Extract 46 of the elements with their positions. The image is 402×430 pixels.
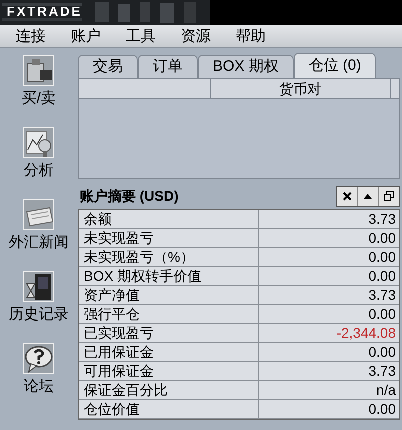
- chart-magnifier-icon[interactable]: [22, 126, 56, 160]
- row-value: 3.73: [368, 286, 397, 304]
- row-label: 保证金百分比: [79, 381, 259, 399]
- restore-icon: [384, 191, 394, 201]
- panel-title: 账户摘要 (USD): [79, 186, 179, 206]
- cash-register-icon[interactable]: [22, 54, 56, 88]
- sidebar-label[interactable]: 历史记录: [9, 306, 69, 325]
- row-value: 3.73: [368, 362, 397, 380]
- menu-item[interactable]: 帮助: [236, 28, 266, 44]
- row-value: 0.00: [368, 305, 397, 323]
- tab[interactable]: 交易: [78, 55, 138, 78]
- row-label: 余额: [79, 210, 259, 228]
- row-value: 3.73: [368, 210, 397, 228]
- menu-item[interactable]: 连接: [16, 28, 46, 44]
- row-label: 已实现盈亏: [79, 324, 259, 342]
- row-label: 未实现盈亏: [79, 229, 259, 247]
- question-bubble-icon[interactable]: [22, 342, 56, 376]
- row-label: 可用保证金: [79, 362, 259, 380]
- row-value: 0.00: [368, 400, 397, 418]
- row-label: 仓位价值: [79, 400, 259, 418]
- menu-item[interactable]: 资源: [181, 28, 211, 44]
- row-label: 未实现盈亏（%）: [79, 248, 259, 266]
- triangle-up-icon: [364, 194, 372, 198]
- close-icon: [342, 192, 352, 200]
- newspaper-icon[interactable]: [22, 198, 56, 232]
- row-label: 强行平仓: [79, 305, 259, 323]
- row-value: n/a: [376, 381, 397, 399]
- row-label: 资产净值: [79, 286, 259, 304]
- row-value: 0.00: [368, 229, 397, 247]
- row-value: 0.00: [368, 267, 397, 285]
- row-value: 0.00: [368, 248, 397, 266]
- sidebar-label[interactable]: 买/卖: [22, 90, 56, 109]
- row-value: -2,344.08: [336, 324, 397, 342]
- tab[interactable]: 仓位 (0): [294, 53, 376, 78]
- book-hourglass-icon[interactable]: [22, 270, 56, 304]
- tab[interactable]: BOX 期权: [198, 55, 294, 78]
- menu-item[interactable]: 工具: [126, 28, 156, 44]
- row-label: 已用保证金: [79, 343, 259, 361]
- row-value: 0.00: [368, 343, 397, 361]
- sidebar-label[interactable]: 论坛: [24, 378, 54, 397]
- sidebar-label[interactable]: 分析: [24, 162, 54, 181]
- sidebar-label[interactable]: 外汇新闻: [9, 234, 69, 253]
- tab[interactable]: 订单: [138, 55, 198, 78]
- menu-item[interactable]: 账户: [71, 28, 101, 44]
- logo: FXTRADE: [7, 5, 82, 18]
- row-label: BOX 期权转手价值: [79, 267, 259, 285]
